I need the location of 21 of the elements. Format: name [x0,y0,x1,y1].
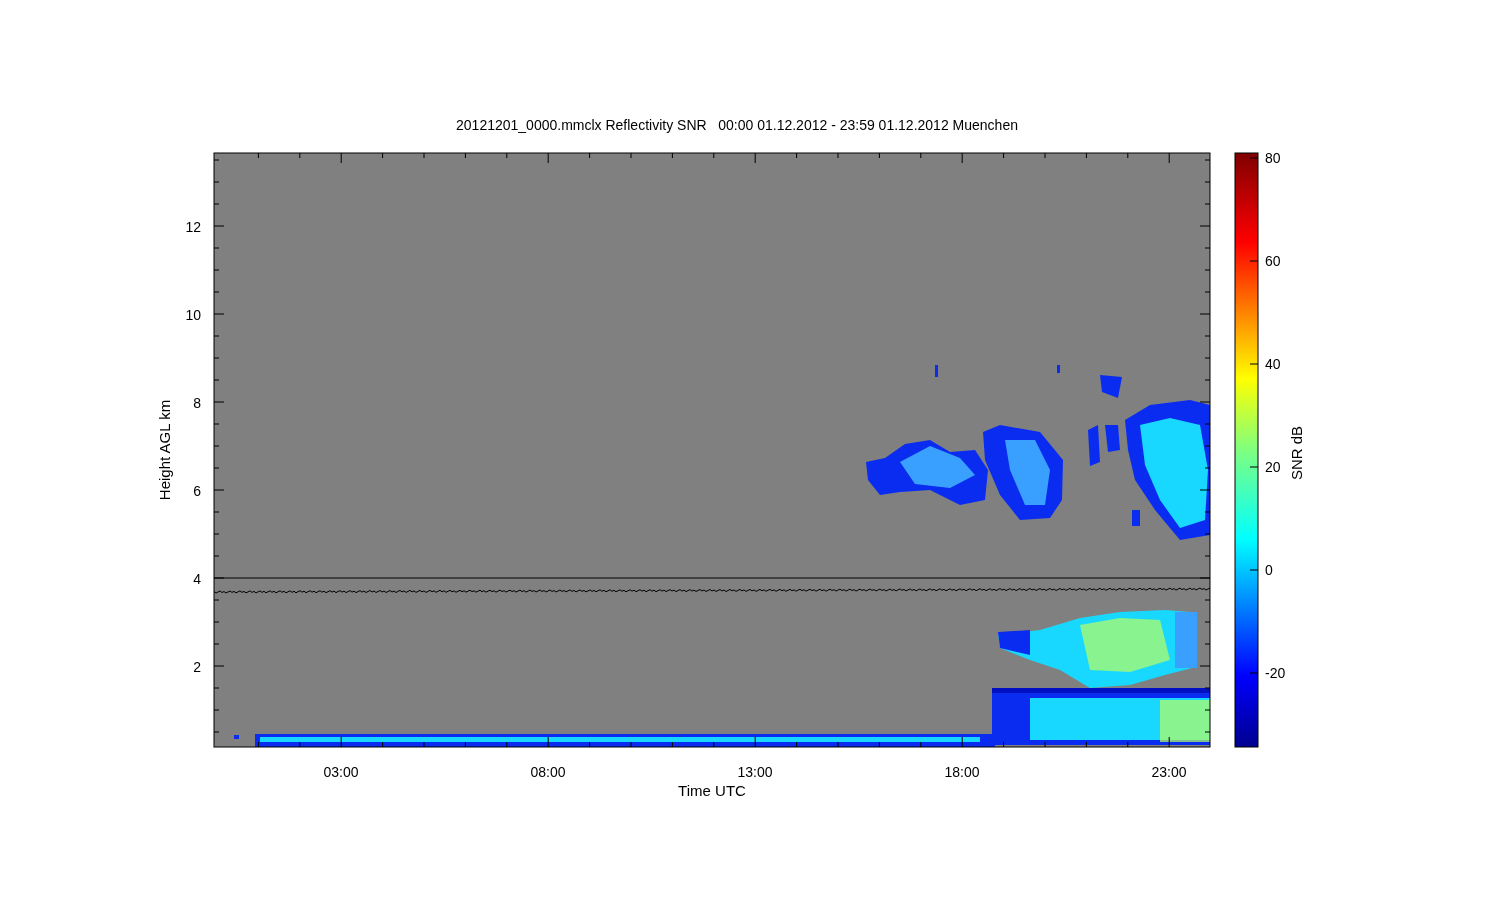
x-axis-label: Time UTC [678,782,746,799]
x-tick-label: 18:00 [944,764,980,780]
colorbar-tick-label: -20 [1265,665,1286,681]
colorbar-tick-label: 0 [1265,562,1273,578]
x-tick-label: 03:00 [323,764,359,780]
y-tick-label: 4 [193,571,201,587]
x-tick-label: 13:00 [737,764,773,780]
colorbar-tick-label: 80 [1265,150,1281,166]
colorbar-tick-label: 20 [1265,459,1281,475]
x-tick-label: 23:00 [1151,764,1187,780]
chart-title: 20121201_0000.mmclx Reflectivity SNR 00:00 01.12.2012 - 23:59 01.12.2012 Muenchen [456,117,1018,133]
y-tick-label: 12 [185,219,201,235]
colorbar-tick-label: 40 [1265,356,1281,372]
colorbar-tick-label: 60 [1265,253,1281,269]
y-axis-label: Height AGL km [156,399,173,501]
x-tick-label: 08:00 [530,764,566,780]
y-tick-label: 10 [185,307,201,323]
colorbar-label: SNR dB [1288,425,1305,481]
y-tick-label: 2 [193,659,201,675]
y-tick-label: 8 [193,395,201,411]
y-tick-label: 6 [193,483,201,499]
